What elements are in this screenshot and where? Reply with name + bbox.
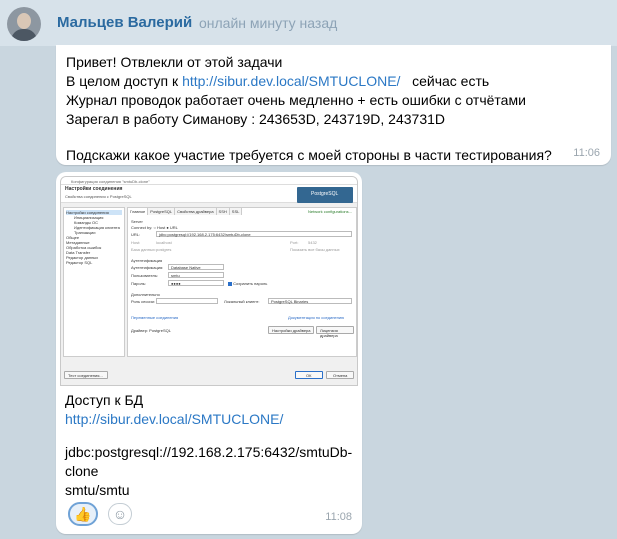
postgresql-logo: PostgreSQL	[297, 187, 353, 203]
message-bubble: Конфигурация соединения "smtuDb-clone" Н…	[56, 172, 362, 534]
avatar[interactable]	[7, 7, 41, 41]
db-label: База данных:	[131, 247, 156, 252]
thumbs-up-reaction[interactable]: 👍	[68, 502, 98, 526]
message-text: Привет! Отвлекли от этой задачи В целом …	[66, 53, 552, 165]
attached-screenshot[interactable]: Конфигурация соединения "smtuDb-clone" Н…	[60, 176, 358, 386]
url-input[interactable]: jdbc:postgresql://192.168.2.175:6432/smt…	[156, 231, 352, 237]
contact-status: онлайн минуту назад	[199, 15, 338, 31]
docs-link[interactable]: Документация по соединению	[288, 315, 344, 320]
show-all-db-checkbox[interactable]: Показать все базы данных	[290, 247, 340, 252]
network-config-link[interactable]: Network configurations...	[308, 209, 352, 214]
message-bubble: Привет! Отвлекли от этой задачи В целом …	[56, 45, 611, 165]
vars-link[interactable]: Переменные соединения	[131, 315, 178, 320]
extra-section-label: Дополнительно	[131, 292, 160, 297]
message-text: Доступ к БД http://sibur.dev.local/SMTUC…	[65, 391, 352, 500]
message-line: Подскажи какое участие требуется с моей …	[66, 147, 552, 163]
ok-button[interactable]: ОК	[295, 371, 323, 379]
cancel-button[interactable]: Отмена	[326, 371, 354, 379]
server-label: Server	[131, 219, 143, 224]
local-client-select[interactable]: PostgreSQL Binaries	[268, 298, 352, 304]
pass-label: Пароль:	[131, 281, 146, 286]
connect-by-row: Connect by: ○ Host ● URL	[131, 225, 178, 230]
settings-tree: Настройки соединения Инициализация Коман…	[63, 207, 125, 357]
port-value: 5432	[308, 240, 317, 245]
message-line: smtu/smtu	[65, 482, 130, 498]
message-time: 11:06	[573, 147, 600, 159]
port-label: Port:	[290, 240, 299, 245]
host-label: Host:	[131, 240, 141, 245]
user-label: Пользователь:	[131, 273, 159, 278]
tab-main[interactable]: Главное	[128, 208, 149, 215]
role-label: Роль сессии:	[131, 299, 155, 304]
tab-postgresql[interactable]: PostgreSQL	[148, 208, 176, 215]
role-input[interactable]	[156, 298, 218, 304]
tab-ssh[interactable]: SSH	[216, 208, 230, 215]
auth-type-label: Аутентификация:	[131, 265, 164, 270]
local-client-label: Локальный клиент:	[224, 299, 260, 304]
message-line: jdbc:postgresql://192.168.2.175:6432/smt…	[65, 444, 353, 460]
message-line: Зарегал в работу Симанову : 243653D, 243…	[66, 111, 446, 127]
test-connection-button[interactable]: Тест соединения...	[64, 371, 108, 379]
message-line: В целом доступ к http://sibur.dev.local/…	[66, 72, 552, 91]
tab-ssl[interactable]: SSL	[229, 208, 243, 215]
dialog-subtitle: Свойства соединения с PostgreSQL	[65, 194, 132, 199]
auth-section-label: Аутентификация	[131, 258, 163, 263]
auth-type-select[interactable]: Database Native	[168, 264, 224, 270]
message-line: Привет! Отвлекли от этой задачи	[66, 54, 283, 70]
db-value: postgres	[156, 247, 172, 252]
contact-name[interactable]: Мальцев Валерий	[57, 14, 192, 31]
add-reaction-icon[interactable]: ☺	[108, 503, 132, 525]
message-line: Журнал проводок работает очень медленно …	[66, 92, 526, 108]
dialog-title: Настройки соединения	[65, 186, 123, 192]
message-time: 11:08	[325, 511, 352, 523]
pass-input[interactable]: ●●●●	[168, 280, 224, 286]
message-link[interactable]: http://sibur.dev.local/SMTUCLONE/	[182, 73, 400, 89]
chat-header: Мальцев Валерий онлайн минуту назад	[0, 0, 617, 46]
driver-license-button[interactable]: Лицензия драйвера	[316, 326, 354, 338]
user-input[interactable]: smtu	[168, 272, 224, 278]
url-label: URL:	[131, 232, 141, 237]
message-text-part: В целом доступ к	[66, 73, 179, 89]
driver-settings-button[interactable]: Настройки драйвера	[268, 326, 314, 334]
settings-panel: Главное PostgreSQL Свойства драйвера SSH SSL…	[127, 207, 357, 357]
host-value: localhost	[156, 240, 172, 245]
tab-driver-props[interactable]: Свойства драйвера	[175, 208, 217, 215]
save-pass-checkbox[interactable]: Сохранить пароль	[228, 281, 267, 286]
window-title: Конфигурация соединения "smtuDb-clone"	[71, 179, 150, 184]
tree-item[interactable]: Редактор SQL	[66, 260, 122, 265]
driver-row: Драйвер: PostgreSQL	[131, 328, 171, 333]
message-line: clone	[65, 463, 99, 479]
message-link[interactable]: http://sibur.dev.local/SMTUCLONE/	[65, 411, 283, 427]
message-line: Доступ к БД	[65, 392, 144, 408]
message-text-part: сейчас есть	[412, 73, 490, 89]
